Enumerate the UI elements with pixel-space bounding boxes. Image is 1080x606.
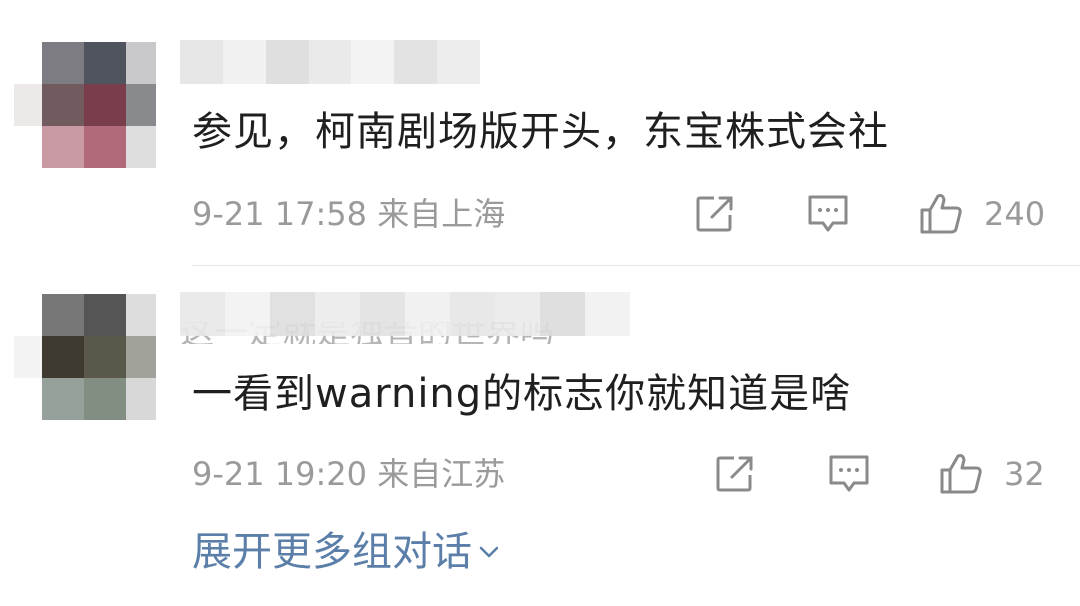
username-blur-block [315,292,360,336]
username-blur-block [270,292,315,336]
thumbs-up-icon [940,454,982,494]
share-button[interactable] [712,451,758,497]
username-blur-block [585,292,630,336]
avatar-pixel [14,126,42,168]
avatar-pixel [42,336,84,378]
reply-button[interactable] [826,451,872,497]
comment-meta: 9-21 19:20 来自江苏 [192,454,505,494]
comment-time: 9-21 17:58 [192,195,368,233]
like-button[interactable] [918,191,964,237]
username-blur-block [308,40,352,84]
username-blur-block [437,40,481,84]
username-blur-block [394,40,438,84]
comment-icon [808,195,848,232]
avatar[interactable] [14,294,156,420]
share-icon [696,196,733,232]
like-count: 240 [984,195,1046,233]
avatar-pixel [42,84,84,126]
share-icon [716,456,753,492]
like-button[interactable] [938,451,984,497]
avatar-pixel [14,294,42,336]
reply-button[interactable] [805,191,851,237]
avatar-pixel [126,336,156,378]
username-blur-block [495,292,540,336]
username-blur-block [222,40,266,84]
username-blur-block [351,40,395,84]
username-blur-block [225,292,270,336]
expand-more-label: 展开更多组对话 [192,529,472,575]
avatar-pixel [14,336,42,378]
thumbs-up-icon [920,194,962,234]
chevron-down-icon [479,546,499,558]
username-blurred[interactable] [180,40,481,84]
avatar-pixel [42,42,84,84]
comment-item: 这一定就是独音的世界吗 一看到warning的标志你就知道是啥 9-21 19:… [0,266,1080,520]
avatar-pixel [14,378,42,420]
comment-thread: 参见，柯南剧场版开头，东宝株式会社 9-21 17:58 来自上海 240 一看… [0,0,1080,606]
username-blurred[interactable] [180,292,630,336]
avatar[interactable] [14,42,156,168]
username-blur-block [450,292,495,336]
avatar-pixel [42,378,84,420]
comment-icon [829,455,869,492]
username-blur-block [405,292,450,336]
avatar-pixel [126,378,156,420]
comment-text: 一看到warning的标志你就知道是啥 [192,371,852,417]
avatar-pixel [84,126,126,168]
username-blur-block [540,292,585,336]
comment-item: 参见，柯南剧场版开头，东宝株式会社 9-21 17:58 来自上海 240 [0,0,1080,266]
avatar-pixel [84,42,126,84]
avatar-pixel [126,84,156,126]
avatar-pixel [14,42,42,84]
username-blur-block [360,292,405,336]
username-blur-block [180,292,225,336]
avatar-pixel [126,126,156,168]
expand-more-link[interactable]: 展开更多组对话 [192,528,500,576]
avatar-pixel [84,336,126,378]
avatar-pixel [14,84,42,126]
username-blur-block [265,40,309,84]
avatar-pixel [42,126,84,168]
username-blur-block [180,40,223,84]
avatar-pixel [84,378,126,420]
like-count: 32 [1004,455,1045,493]
avatar-pixel [126,42,156,84]
comment-location: 来自上海 [377,195,506,233]
avatar-pixel [84,294,126,336]
comment-meta: 9-21 17:58 来自上海 [192,194,505,234]
share-button[interactable] [692,191,738,237]
avatar-pixel [84,84,126,126]
comment-text: 参见，柯南剧场版开头，东宝株式会社 [192,109,889,155]
comment-time: 9-21 19:20 [192,455,368,493]
comment-location: 来自江苏 [377,455,506,493]
avatar-pixel [126,294,156,336]
avatar-pixel [42,294,84,336]
